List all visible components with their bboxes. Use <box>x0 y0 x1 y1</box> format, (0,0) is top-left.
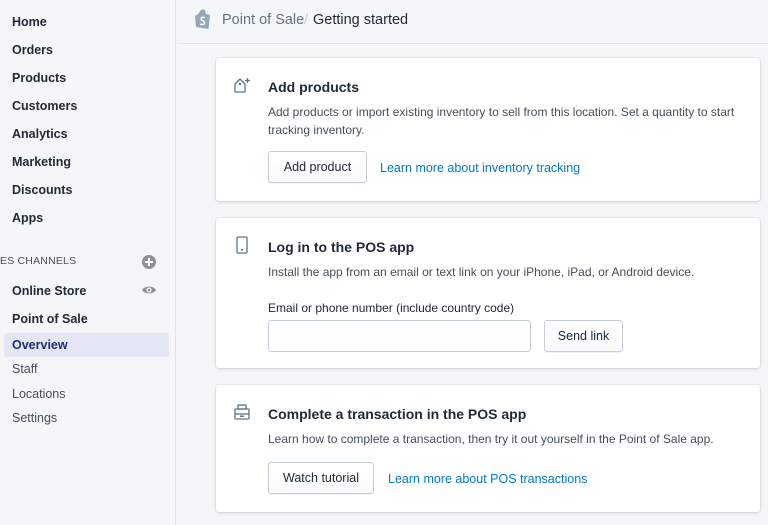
eye-icon[interactable] <box>141 283 157 297</box>
watch-tutorial-button[interactable]: Watch tutorial <box>268 462 374 494</box>
pos-transactions-link[interactable]: Learn more about POS transactions <box>388 471 587 487</box>
send-link-button[interactable]: Send link <box>544 320 623 352</box>
add-product-icon <box>233 76 251 94</box>
page-title: Getting started <box>313 12 409 28</box>
device-icon <box>233 236 251 254</box>
nav-pos-settings[interactable]: Settings <box>12 410 57 426</box>
sidebar: Home Orders Products Customers Analytics… <box>0 0 176 525</box>
email-phone-label: Email or phone number (include country c… <box>268 301 515 315</box>
add-products-card: Add products Add products or import exis… <box>216 58 760 201</box>
breadcrumb-separator: / <box>304 12 309 28</box>
transaction-title: Complete a transaction in the POS app <box>268 406 527 422</box>
nav-discounts[interactable]: Discounts <box>12 182 72 198</box>
nav-marketing[interactable]: Marketing <box>12 154 71 170</box>
nav-analytics[interactable]: Analytics <box>12 126 68 142</box>
pos-logo-icon <box>194 8 212 30</box>
transaction-card: Complete a transaction in the POS app Le… <box>216 385 760 512</box>
sales-channels-label: ES CHANNELS <box>0 255 77 267</box>
nav-products[interactable]: Products <box>12 70 66 86</box>
nav-pos-locations[interactable]: Locations <box>12 386 66 402</box>
inventory-tracking-link[interactable]: Learn more about inventory tracking <box>380 160 580 176</box>
add-product-button[interactable]: Add product <box>268 151 367 183</box>
nav-customers[interactable]: Customers <box>12 98 77 114</box>
login-pos-card: Log in to the POS app Install the app fr… <box>216 218 760 368</box>
nav-online-store[interactable]: Online Store <box>12 283 86 299</box>
add-products-title: Add products <box>268 79 359 95</box>
email-phone-input[interactable] <box>268 320 531 352</box>
breadcrumb-point-of-sale[interactable]: Point of Sale <box>222 11 304 29</box>
nav-point-of-sale[interactable]: Point of Sale <box>12 311 88 327</box>
register-icon <box>233 403 251 421</box>
nav-apps[interactable]: Apps <box>12 210 43 226</box>
login-pos-title: Log in to the POS app <box>268 239 415 255</box>
nav-pos-overview[interactable]: Overview <box>12 337 68 353</box>
nav-pos-staff[interactable]: Staff <box>12 361 37 377</box>
nav-orders[interactable]: Orders <box>12 42 53 58</box>
transaction-description: Learn how to complete a transaction, the… <box>268 432 714 446</box>
add-products-description: Add products or import existing inventor… <box>268 105 735 137</box>
breadcrumb: Point of Sale / Getting started <box>177 0 768 44</box>
add-channel-icon[interactable] <box>142 255 156 269</box>
login-pos-description: Install the app from an email or text li… <box>268 265 695 279</box>
nav-home[interactable]: Home <box>12 14 47 30</box>
